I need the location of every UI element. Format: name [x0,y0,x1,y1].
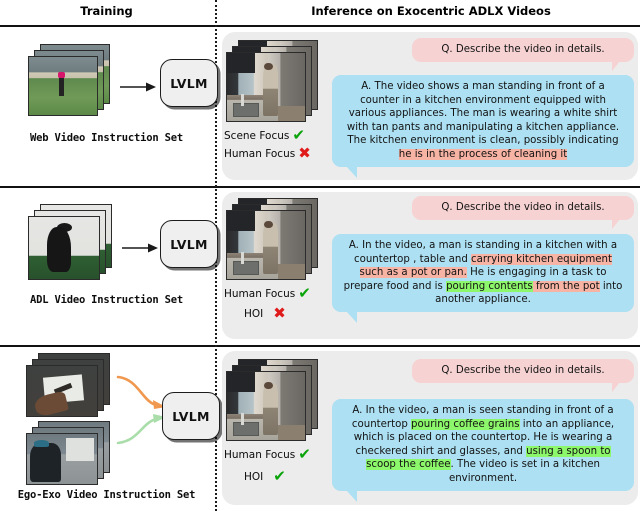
header-divider-rule [0,25,640,27]
focus-row-1-scene: Scene Focus ✔ [224,128,305,143]
answer-bubble-3: A. In the video, a man is seen standing … [332,399,634,502]
cross-icon: ✖ [273,304,286,322]
training-set-label-adl: ADL Video Instruction Set [29,294,184,306]
video-stack-exocentric-3 [226,359,320,443]
lvlm-box-ego-exo: LVLM [162,392,220,440]
figure-root: Training Inference on Exocentric ADLX Vi… [0,0,640,511]
question-bubble-1: Q. Describe the video in details. [412,38,634,71]
thumbnail-exocentric-3 [227,372,305,440]
focus-label-human-focus: Human Focus [224,448,296,461]
lvlm-box-web: LVLM [160,59,218,107]
question-text: Q. Describe the video in details. [441,202,605,213]
inference-cell-web-video: Scene Focus ✔ Human Focus ✖ Q. Describe … [220,28,640,186]
training-cell-web-video: LVLM Web Video Instruction Set [0,28,218,186]
answer-text-3: A. In the video, a man is seen standing … [352,405,614,484]
lvlm-label: LVLM [170,75,208,91]
row-adl-video: LVLM ADL Video Instruction Set Human Foc [0,188,640,345]
arrow-ego-to-lvlm [116,367,168,415]
focus-row-3-hoi: HOI ✔ [244,469,286,484]
training-cell-ego-exo-video: LVLM Ego-Exo Video Instruction Set [0,347,220,511]
training-set-label-web: Web Video Instruction Set [29,132,184,144]
answer-seg-highlight-red: from the [532,280,583,292]
lvlm-box-adl: LVLM [160,220,218,268]
inference-column-title: Inference on Exocentric ADLX Videos [311,4,551,18]
question-bubble-3: Q. Describe the video in details. [412,359,634,392]
check-icon: ✔ [298,445,311,463]
answer-bubble-1: A. The video shows a man standing in fro… [332,75,634,178]
video-stack-ego [26,353,114,417]
thumbnail-ego-video [27,366,97,416]
focus-label-human-focus: Human Focus [224,147,296,160]
answer-seg-highlight-red: he is in the process of cleaning it [398,148,568,160]
answer-seg-plain: . The video is set in a kitchen environm… [448,459,600,484]
video-stack-exo [26,421,114,485]
arrow-web-to-lvlm [120,80,156,94]
check-icon: ✔ [298,284,311,302]
video-stack-adl [28,204,116,282]
training-set-label-ego-exo: Ego-Exo Video Instruction Set [17,489,196,501]
thumbnail-adl-video [29,217,99,279]
training-cell-adl-video: LVLM ADL Video Instruction Set [0,188,218,345]
check-icon: ✔ [292,126,305,144]
answer-bubble-2: A. In the video, a man is standing in a … [332,234,634,323]
focus-label-human-focus: Human Focus [224,287,296,300]
lvlm-label: LVLM [170,236,208,252]
question-bubble-2: Q. Describe the video in details. [412,196,634,229]
thumbnail-exo-video [27,434,97,484]
arrow-adl-to-lvlm [122,241,158,255]
focus-row-3-human: Human Focus ✔ [224,447,311,462]
thumbnail-web-video [29,57,97,115]
arrow-exo-to-lvlm [116,411,168,453]
focus-row-2-hoi: HOI ✖ [244,306,286,321]
focus-label-hoi: HOI [244,307,264,320]
answer-seg-highlight-red: pot [582,280,600,292]
focus-row-1-human: Human Focus ✖ [224,146,311,161]
focus-row-2-human: Human Focus ✔ [224,286,311,301]
answer-text-1: A. The video shows a man standing in fro… [347,81,619,160]
focus-label-scene-focus: Scene Focus [224,129,290,142]
question-text: Q. Describe the video in details. [441,44,605,55]
check-icon: ✔ [273,467,286,485]
answer-seg-highlight-green: pouring contents [446,280,533,292]
thumbnail-exocentric-2 [227,211,305,279]
cross-icon: ✖ [298,144,311,162]
figure-header: Training Inference on Exocentric ADLX Vi… [0,0,640,28]
video-stack-exocentric-2 [226,198,320,282]
video-stack-exocentric-1 [226,40,320,124]
answer-seg-highlight-green: pouring coffee grains [411,418,520,430]
training-column-title: Training [80,4,133,18]
video-stack-web [28,44,112,118]
inference-cell-ego-exo-video: Human Focus ✔ HOI ✔ Q. Describe the vide… [220,347,640,511]
focus-label-hoi: HOI [244,470,264,483]
inference-cell-adl-video: Human Focus ✔ HOI ✖ Q. Describe the vide… [220,188,640,345]
question-text: Q. Describe the video in details. [441,365,605,376]
row-web-video: LVLM Web Video Instruction Set Scene Foc… [0,28,640,186]
row-ego-exo-video: LVLM Ego-Exo Video Instruction Set Human [0,347,640,511]
answer-text-2: A. In the video, a man is standing in a … [344,240,623,305]
answer-seg-plain: A. The video shows a man standing in fro… [346,81,620,147]
thumbnail-exocentric-1 [227,53,305,121]
lvlm-label: LVLM [172,408,210,424]
